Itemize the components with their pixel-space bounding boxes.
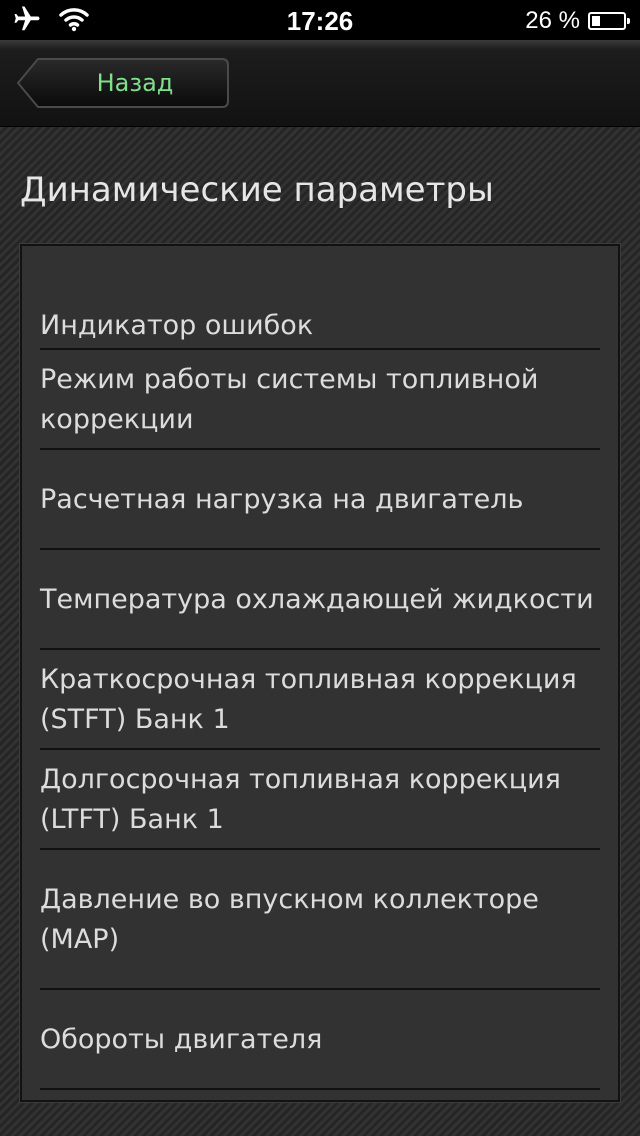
- list-item[interactable]: Обороты двигателя: [40, 990, 600, 1090]
- list-item[interactable]: Температура охлаждающей жидкости: [40, 550, 600, 650]
- list-divider: [40, 1088, 600, 1090]
- status-bar: 17:26 26 %: [0, 0, 640, 40]
- parameters-list: Индикатор ошибок Режим работы системы то…: [20, 244, 620, 1102]
- status-right: 26 %: [525, 4, 630, 38]
- list-item[interactable]: Краткосрочная топливная коррекция (STFT)…: [40, 650, 600, 750]
- list-item[interactable]: Долгосрочная топливная коррекция (LTFT) …: [40, 750, 600, 850]
- battery-percent: 26 %: [525, 7, 580, 34]
- list-item[interactable]: Расчетная нагрузка на двигатель: [40, 450, 600, 550]
- battery-icon: [588, 12, 630, 30]
- back-button-label: Назад: [96, 69, 174, 97]
- battery-tip: [627, 18, 630, 24]
- nav-bar: Назад: [0, 40, 640, 127]
- page-title: Динамические параметры: [20, 170, 494, 210]
- battery-fill: [592, 16, 600, 26]
- back-button[interactable]: Назад: [16, 57, 230, 109]
- list-item[interactable]: Режим работы системы топливной коррекции: [40, 350, 600, 450]
- list-item[interactable]: Давление во впускном коллекторе (MAP): [40, 850, 600, 990]
